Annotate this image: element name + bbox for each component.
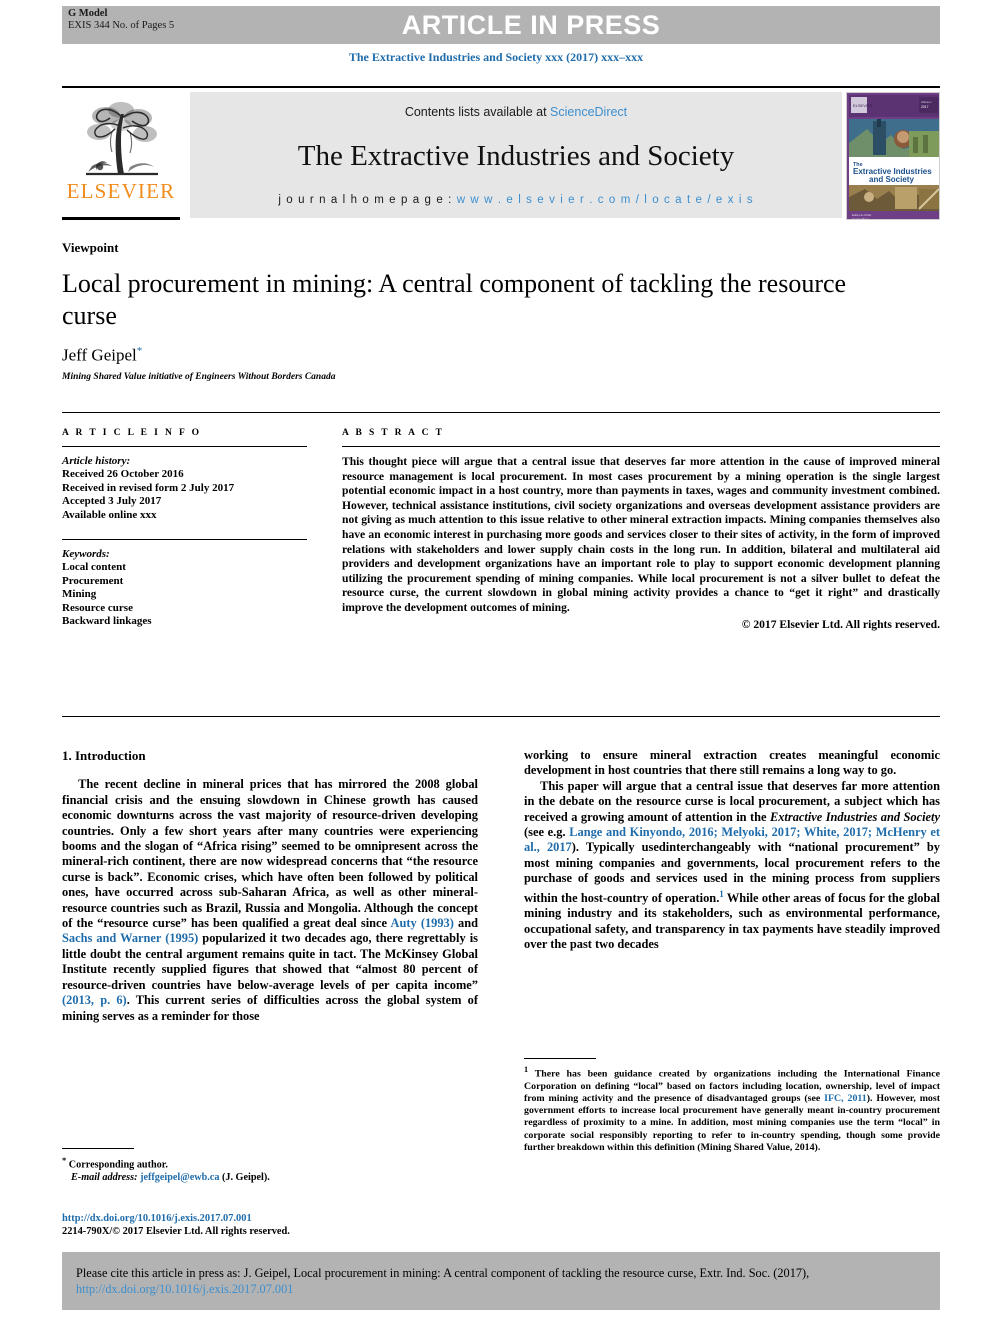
sciencedirect-link[interactable]: ScienceDirect [550, 105, 627, 119]
homepage-label: j o u r n a l h o m e p a g e : [278, 194, 457, 206]
elsevier-tree-icon [86, 102, 158, 176]
citation-mckinsey-2013[interactable]: (2013, p. 6) [62, 993, 127, 1007]
keyword-item: Local content [62, 561, 126, 573]
keywords-divider [62, 539, 307, 540]
homepage-url-link[interactable]: w w w . e l s e v i e r . c o m / l o c … [457, 194, 754, 206]
g-model-label: G Model [68, 8, 108, 19]
article-info-divider [62, 446, 307, 447]
article-info-column: A R T I C L E I N F O Article history: R… [62, 428, 307, 629]
svg-text:Volume x: Volume x [921, 100, 932, 104]
abstract-bottom-rule [62, 716, 940, 717]
abstract-heading: A B S T R A C T [342, 428, 445, 438]
author-list: Jeff Geipel* [62, 345, 142, 366]
body-column-right: working to ensure mineral extraction cre… [524, 748, 940, 952]
article-in-press-banner: G Model EXIS 344 No. of Pages 5 ARTICLE … [62, 6, 940, 44]
banner-title: ARTICLE IN PRESS [401, 9, 661, 40]
history-revised: Received in revised form 2 July 2017 [62, 481, 235, 494]
footnote-rule-right [524, 1058, 596, 1059]
footnote-rule-left [62, 1148, 134, 1149]
cite-box-text: Please cite this article in press as: J.… [76, 1265, 926, 1297]
journal-cover-image: ELSEVIER Volume x 2017 The Extractive In… [847, 93, 939, 220]
doi-footer-block: http://dx.doi.org/10.1016/j.exis.2017.07… [62, 1212, 478, 1238]
elsevier-logo: ELSEVIER [62, 92, 180, 220]
please-cite-box: Please cite this article in press as: J.… [62, 1252, 940, 1310]
email-line: E-mail address: jeffgeipel@ewb.ca (J. Ge… [62, 1172, 478, 1185]
email-label: E-mail address: [71, 1171, 138, 1183]
keywords-block: Keywords: Local content Procurement Mini… [62, 539, 307, 629]
journal-homepage-line: j o u r n a l h o m e p a g e : w w w . … [278, 194, 753, 206]
cite-doi-link[interactable]: http://dx.doi.org/10.1016/j.exis.2017.07… [76, 1282, 293, 1296]
right-paragraph-1: working to ensure mineral extraction cre… [524, 748, 940, 778]
history-accepted: Accepted 3 July 2017 [62, 495, 162, 507]
author-affiliation: Mining Shared Value initiative of Engine… [62, 372, 336, 382]
body-column-left: 1. Introduction The recent decline in mi… [62, 748, 478, 1024]
elsevier-wordmark: ELSEVIER [66, 179, 176, 203]
footnote-1-marker: 1 [524, 1065, 529, 1074]
journal-cover-thumbnail: ELSEVIER Volume x 2017 The Extractive In… [846, 92, 940, 220]
svg-text:and Society: and Society [869, 175, 914, 184]
journal-title-italic: Extractive Industries and Society [769, 809, 940, 824]
keyword-item: Mining [62, 588, 97, 600]
history-received: Received 26 October 2016 [62, 468, 184, 480]
citation-ifc-2011[interactable]: IFC, 2011 [824, 1093, 867, 1104]
intro-paragraph-1: The recent decline in mineral prices tha… [62, 777, 478, 1024]
corresponding-author-footnote: * Corresponding author. E-mail address: … [62, 1148, 478, 1185]
keywords-label: Keywords: [62, 548, 110, 560]
abstract-divider [342, 446, 940, 447]
footnote-1-text: 1 There has been guidance created by org… [524, 1064, 940, 1154]
page-title: Local procurement in mining: A central c… [62, 269, 847, 330]
corresponding-marker: * [62, 1155, 67, 1165]
contents-available-line: Contents lists available at ScienceDirec… [405, 105, 627, 119]
keyword-item: Backward linkages [62, 615, 152, 627]
article-history-label: Article history: [62, 455, 131, 467]
corresponding-label: Corresponding author. [68, 1159, 168, 1171]
numbered-footnote-1: 1 There has been guidance created by org… [524, 1058, 940, 1154]
email-suffix: (J. Geipel). [221, 1171, 270, 1183]
intro-text-a: The recent decline in mineral prices tha… [62, 777, 478, 931]
info-top-rule [62, 412, 940, 413]
masthead-center-panel: Contents lists available at ScienceDirec… [190, 92, 842, 218]
citation-auty-1993[interactable]: Auty (1993) [391, 916, 454, 930]
corresponding-author-marker[interactable]: * [137, 345, 143, 357]
article-type-label: Viewpoint [62, 240, 119, 255]
history-online: Available online xxx [62, 508, 157, 521]
article-page: G Model EXIS 344 No. of Pages 5 ARTICLE … [0, 0, 992, 1323]
doi-link[interactable]: http://dx.doi.org/10.1016/j.exis.2017.07… [62, 1213, 252, 1224]
right-text-b: (see e.g. [524, 825, 570, 840]
journal-name-heading: The Extractive Industries and Society [297, 140, 735, 172]
citation-sachs-warner-1995[interactable]: Sachs and Warner (1995) [62, 931, 198, 945]
journal-masthead: ELSEVIER Contents lists available at Sci… [62, 86, 940, 222]
intro-text-b: and [453, 916, 478, 931]
issn-copyright-line: 2214-790X/© 2017 Elsevier Ltd. All right… [62, 1226, 290, 1237]
keyword-item: Resource curse [62, 601, 133, 614]
email-link[interactable]: jeffgeipel@ewb.ca [140, 1172, 219, 1183]
right-paragraph-2: This paper will argue that a central iss… [524, 779, 940, 953]
abstract-column: A B S T R A C T This thought piece will … [342, 428, 940, 631]
g-model-block: G Model EXIS 344 No. of Pages 5 [68, 8, 174, 32]
journal-citation-line: The Extractive Industries and Society xx… [348, 50, 644, 64]
author-name: Jeff Geipel [62, 345, 137, 365]
svg-text:2017: 2017 [921, 105, 929, 109]
article-info-heading: A R T I C L E I N F O [62, 428, 202, 438]
svg-text:Gavin Hilson: Gavin Hilson [852, 217, 869, 220]
corresponding-author-line: * Corresponding author. [62, 1154, 478, 1172]
svg-text:ELSEVIER: ELSEVIER [853, 103, 873, 108]
keyword-item: Procurement [62, 574, 124, 587]
abstract-text: This thought piece will argue that a cen… [342, 455, 940, 614]
abstract-copyright: © 2017 Elsevier Ltd. All rights reserved… [741, 617, 940, 631]
contents-prefix-label: Contents lists available at [404, 105, 551, 119]
section-heading-introduction: 1. Introduction [62, 748, 146, 763]
model-id-label: EXIS 344 No. of Pages 5 [68, 20, 175, 31]
cite-text: Please cite this article in press as: J.… [76, 1266, 810, 1280]
